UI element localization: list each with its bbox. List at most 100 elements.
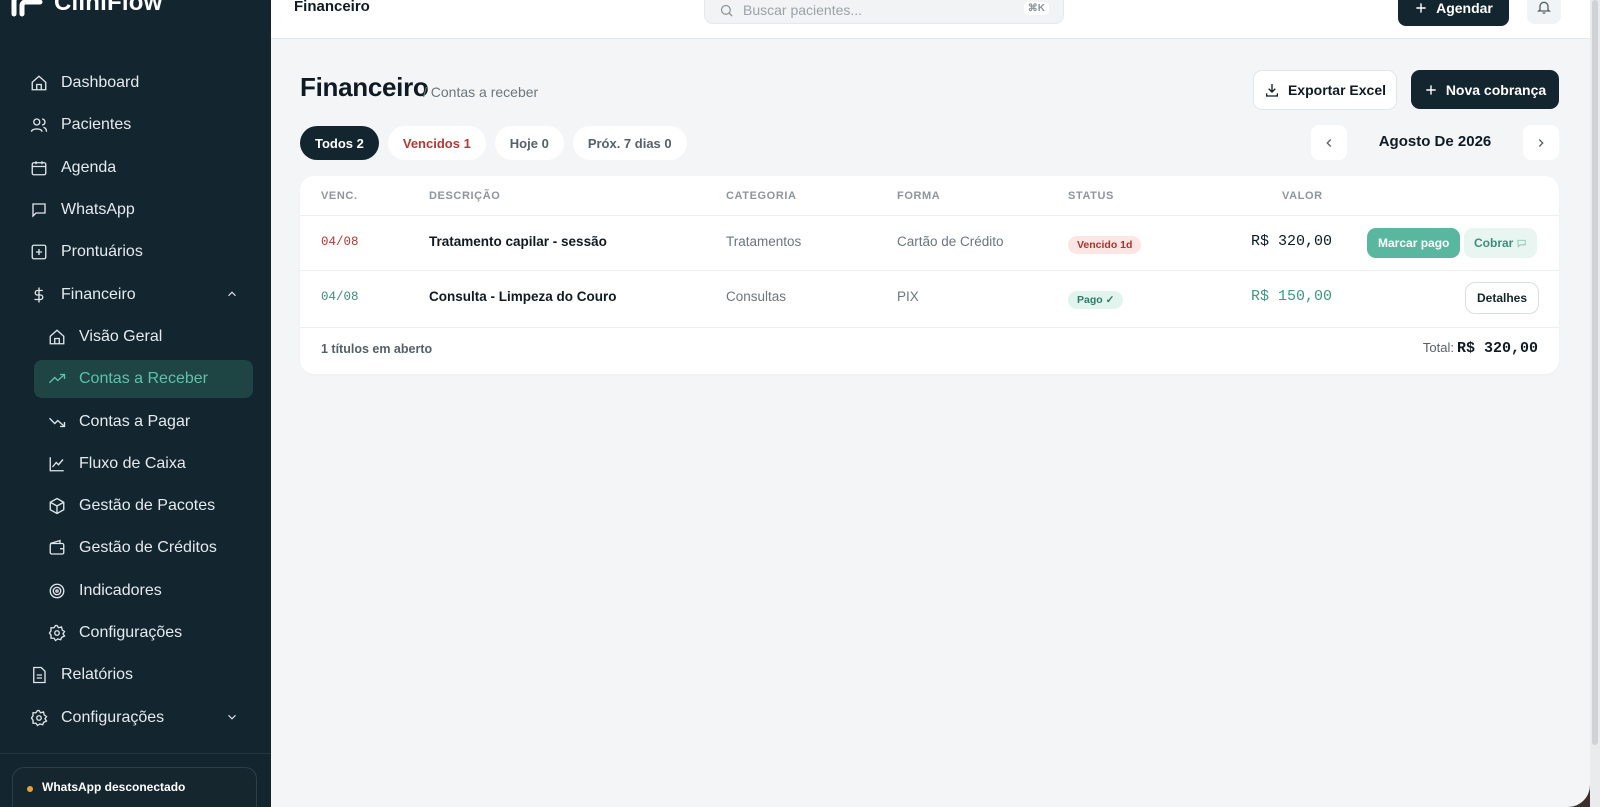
- sidebar-subitem-contas-a-pagar[interactable]: Contas a Pagar: [0, 400, 271, 442]
- mark-paid-button[interactable]: Marcar pago: [1367, 228, 1461, 258]
- agendar-button[interactable]: Agendar: [1398, 0, 1509, 26]
- category: Consultas: [726, 289, 787, 304]
- search-input[interactable]: [743, 2, 1003, 18]
- nova-cobranca-button[interactable]: Nova cobrança: [1411, 70, 1559, 109]
- filter-hoje[interactable]: Hoje 0: [494, 126, 564, 160]
- line-chart-icon: [48, 455, 66, 473]
- month-label: Agosto De 2026: [1378, 133, 1492, 150]
- sidebar-subitem-gestao-de-pacotes[interactable]: Gestão de Pacotes: [0, 485, 271, 527]
- home-icon: [48, 328, 66, 346]
- amount: R$ 150,00: [1251, 288, 1333, 305]
- charge-label: Cobrar: [1474, 236, 1514, 250]
- wallet-icon: [48, 539, 66, 557]
- receivables-table: VENC. DESCRIÇÃO CATEGORIA FORMA STATUS V…: [300, 176, 1559, 374]
- sidebar-item-whatsapp[interactable]: WhatsApp: [0, 189, 271, 231]
- users-icon: [30, 116, 48, 134]
- sidebar-item-financeiro[interactable]: Financeiro: [0, 273, 271, 315]
- whatsapp-status-card[interactable]: WhatsApp desconectado: [12, 767, 257, 807]
- header-divider: [300, 215, 1559, 216]
- sidebar-item-label: Prontuários: [61, 243, 143, 261]
- export-label: Exportar Excel: [1287, 82, 1387, 98]
- column-header-status: STATUS: [1068, 190, 1114, 202]
- filter-vencidos[interactable]: Vencidos 1: [387, 126, 486, 160]
- row-divider: [300, 327, 1559, 328]
- sidebar-item-label: WhatsApp: [61, 201, 135, 219]
- app-logo[interactable]: CliniFlow: [10, 0, 162, 18]
- sidebar-item-agenda[interactable]: Agenda: [0, 147, 271, 189]
- payment-method: PIX: [897, 289, 919, 304]
- total-summary: Total: R$ 320,00: [1423, 340, 1538, 357]
- sidebar-subitem-indicadores[interactable]: Indicadores: [0, 570, 271, 612]
- column-header-categoria: CATEGORIA: [726, 190, 797, 202]
- agendar-label: Agendar: [1436, 0, 1493, 16]
- topbar: Financeiro ⌘K Agendar: [271, 0, 1590, 39]
- details-button[interactable]: Detalhes: [1465, 282, 1540, 314]
- charge-button[interactable]: Cobrar: [1464, 228, 1538, 258]
- sidebar-item-label: Pacientes: [61, 116, 132, 134]
- sidebar-item-configuracoes[interactable]: Configurações: [0, 696, 271, 738]
- column-header-descricao: DESCRIÇÃO: [429, 190, 501, 202]
- gear-icon: [30, 709, 48, 727]
- sidebar: CliniFlow Dashboard Pacientes Agenda Wha…: [0, 0, 271, 807]
- app-name: CliniFlow: [54, 0, 163, 16]
- total-label: Total:: [1422, 340, 1454, 355]
- sidebar-item-relatorios[interactable]: Relatórios: [0, 654, 271, 696]
- sidebar-subitem-contas-a-receber[interactable]: Contas a Receber: [0, 358, 271, 400]
- sidebar-subitem-label: Visão Geral: [79, 327, 163, 345]
- sidebar-item-label: Agenda: [61, 158, 117, 176]
- trending-up-icon: [48, 370, 66, 388]
- topbar-title: Financeiro: [294, 0, 370, 15]
- chevron-down-icon: [228, 715, 236, 721]
- dollar-icon: [30, 286, 48, 304]
- target-icon: [48, 582, 66, 600]
- sidebar-item-label: Dashboard: [61, 74, 140, 92]
- trending-down-icon: [48, 413, 66, 431]
- sidebar-nav: Dashboard Pacientes Agenda WhatsApp Pron…: [0, 62, 271, 739]
- medical-record-icon: [30, 243, 48, 261]
- status-badge: Vencido 1d: [1068, 236, 1142, 254]
- status-dot: [27, 786, 33, 792]
- open-titles-count: 1 títulos em aberto: [321, 342, 433, 356]
- page-title: Financeiro: [300, 72, 429, 102]
- column-header-venc: VENC.: [321, 190, 358, 202]
- filter-proximos-7-dias[interactable]: Próx. 7 dias 0: [572, 126, 687, 160]
- search-box[interactable]: ⌘K: [704, 0, 1064, 24]
- category: Tratamentos: [726, 234, 802, 249]
- sidebar-item-pacientes[interactable]: Pacientes: [0, 104, 271, 146]
- export-excel-button[interactable]: Exportar Excel: [1253, 70, 1397, 110]
- sidebar-subitem-label: Indicadores: [79, 581, 162, 599]
- download-icon: [1265, 84, 1278, 97]
- sidebar-subitem-label: Configurações: [79, 624, 183, 641]
- sidebar-subitem-fluxo-de-caixa[interactable]: Fluxo de Caixa: [0, 443, 271, 485]
- next-month-button[interactable]: [1523, 125, 1559, 160]
- notifications-button[interactable]: [1527, 0, 1561, 24]
- sidebar-subitem-visao-geral[interactable]: Visão Geral: [0, 316, 271, 358]
- nova-cobranca-label: Nova cobrança: [1445, 81, 1547, 98]
- file-text-icon: [30, 666, 48, 684]
- search-shortcut-hint: ⌘K: [1023, 2, 1049, 15]
- status-badge: Pago ✓: [1068, 291, 1124, 309]
- chevron-up-icon: [228, 291, 236, 297]
- due-date: 04/08: [321, 235, 359, 249]
- chevron-right-icon: [1538, 138, 1544, 147]
- plus-icon: [1416, 3, 1426, 13]
- sidebar-subitem-label: Gestão de Créditos: [79, 539, 217, 557]
- amount: R$ 320,00: [1251, 233, 1333, 250]
- previous-month-button[interactable]: [1311, 125, 1347, 160]
- row-divider: [300, 270, 1559, 271]
- payment-method: Cartão de Crédito: [897, 234, 1004, 249]
- bell-icon: [1537, 1, 1551, 14]
- sidebar-item-label: Relatórios: [61, 666, 134, 684]
- chat-icon: [1517, 239, 1526, 248]
- sidebar-subitem-gestao-de-creditos[interactable]: Gestão de Créditos: [0, 527, 271, 569]
- sidebar-subitem-configuracoes[interactable]: Configurações: [0, 612, 271, 654]
- sidebar-item-dashboard[interactable]: Dashboard: [0, 62, 271, 104]
- plus-icon: [1426, 84, 1436, 95]
- column-header-valor: VALOR: [1282, 190, 1323, 202]
- filter-todos[interactable]: Todos 2: [300, 126, 379, 160]
- sidebar-subitem-label: Contas a Pagar: [79, 412, 191, 430]
- sidebar-item-prontuarios[interactable]: Prontuários: [0, 231, 271, 273]
- scrollbar-thumb[interactable]: [1592, 0, 1598, 745]
- description: Consulta - Limpeza do Couro: [429, 289, 617, 304]
- sidebar-divider: [0, 753, 271, 754]
